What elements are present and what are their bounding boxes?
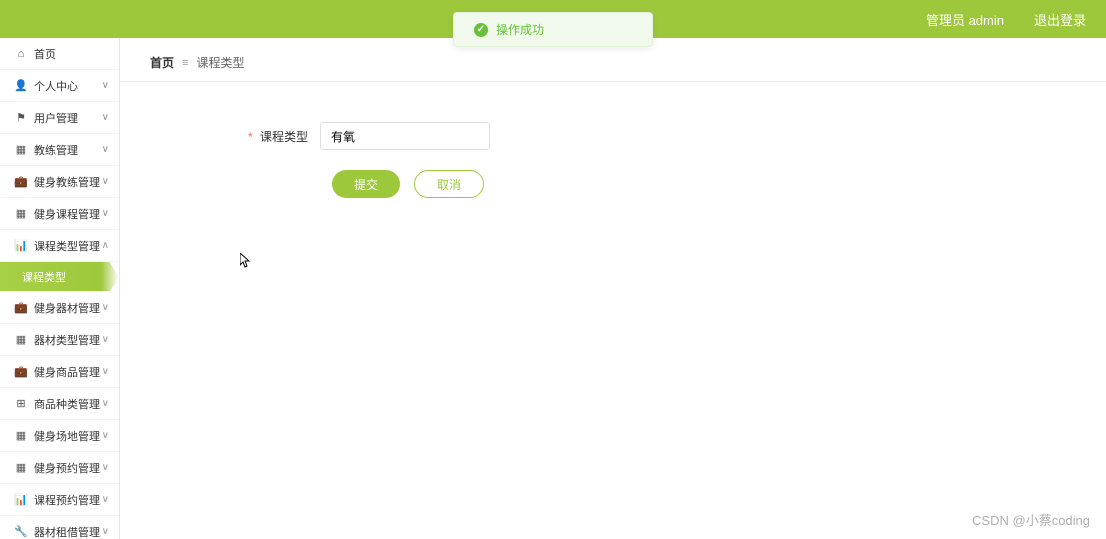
chevron-icon: ∨: [102, 398, 109, 409]
top-header: ✓ 操作成功 管理员 admin 退出登录: [0, 0, 1106, 38]
sidebar-item-15[interactable]: 🔧 器材租借管理∨: [0, 516, 119, 539]
sidebar-item-4[interactable]: 💼 健身教练管理∨: [0, 166, 119, 198]
sidebar-item-label: 健身商品管理: [34, 364, 102, 380]
chevron-icon: ∨: [102, 430, 109, 441]
grid-icon: ▦: [14, 461, 28, 474]
success-toast: ✓ 操作成功: [453, 12, 653, 47]
user-label[interactable]: 管理员 admin: [926, 10, 1004, 29]
grid-icon: ▦: [14, 333, 28, 346]
sidebar-item-3[interactable]: ▦ 教练管理∨: [0, 134, 119, 166]
sidebar-item-0[interactable]: ⌂ 首页: [0, 38, 119, 70]
sidebar-item-label: 课程预约管理: [34, 492, 102, 508]
form-actions: 提交 取消: [200, 170, 1026, 198]
sidebar-item-label: 首页: [34, 46, 109, 62]
form-row-course-type: * 课程类型: [200, 122, 1026, 150]
chevron-icon: ∨: [102, 526, 109, 537]
header-right: 管理员 admin 退出登录: [926, 10, 1086, 29]
sidebar-item-5[interactable]: ▦ 健身课程管理∨: [0, 198, 119, 230]
chevron-icon: ∨: [102, 176, 109, 187]
user-icon: 👤: [14, 79, 28, 92]
home-icon: ⌂: [14, 48, 28, 60]
chevron-icon: ∨: [102, 302, 109, 313]
sidebar-item-label: 课程类型管理: [34, 238, 102, 254]
chevron-icon: ∨: [102, 334, 109, 345]
submit-button[interactable]: 提交: [332, 170, 400, 198]
sidebar-item-label: 个人中心: [34, 78, 102, 94]
sidebar-item-2[interactable]: ⚑ 用户管理∨: [0, 102, 119, 134]
flag-icon: ⚑: [14, 111, 28, 124]
form-label-course-type: * 课程类型: [200, 128, 320, 145]
sidebar-item-9[interactable]: ▦ 器材类型管理∨: [0, 324, 119, 356]
sidebar-item-label: 健身课程管理: [34, 206, 102, 222]
grid-icon: ▦: [14, 207, 28, 220]
breadcrumb-sep-icon: ≡: [182, 57, 188, 69]
layout: ⌂首页👤个人中心∨⚑用户管理∨▦教练管理∨💼健身教练管理∨▦健身课程管理∨📊课程…: [0, 38, 1106, 539]
logout-link[interactable]: 退出登录: [1034, 10, 1086, 29]
bar-icon: 📊: [14, 239, 28, 252]
form-area: * 课程类型 提交 取消: [120, 82, 1106, 238]
sidebar-item-label: 器材租借管理: [34, 524, 102, 539]
chevron-icon: ∨: [102, 80, 109, 91]
tool-icon: 🔧: [14, 525, 28, 538]
chevron-icon: ∨: [102, 366, 109, 377]
breadcrumb-home[interactable]: 首页: [150, 54, 174, 71]
sidebar-item-label: 健身教练管理: [34, 174, 102, 190]
sidebar-item-label: 健身预约管理: [34, 460, 102, 476]
main-content: 首页 ≡ 课程类型 * 课程类型 提交 取消: [120, 38, 1106, 539]
sidebar-item-label: 商品种类管理: [34, 396, 102, 412]
case-icon: 💼: [14, 301, 28, 314]
cancel-button[interactable]: 取消: [414, 170, 484, 198]
sidebar-item-10[interactable]: 💼 健身商品管理∨: [0, 356, 119, 388]
sidebar-item-14[interactable]: 📊 课程预约管理∨: [0, 484, 119, 516]
sidebar-item-label: 器材类型管理: [34, 332, 102, 348]
grid-icon: ▦: [14, 143, 28, 156]
sidebar-item-label: 健身器材管理: [34, 300, 102, 316]
course-type-input[interactable]: [320, 122, 490, 150]
bar-icon: 📊: [14, 493, 28, 506]
label-text: 课程类型: [260, 130, 308, 144]
sidebar-item-label: 健身场地管理: [34, 428, 102, 444]
sidebar: ⌂首页👤个人中心∨⚑用户管理∨▦教练管理∨💼健身教练管理∨▦健身课程管理∨📊课程…: [0, 38, 120, 539]
required-asterisk: *: [248, 130, 253, 144]
grid4-icon: ⊞: [14, 397, 28, 410]
sidebar-item-1[interactable]: 👤 个人中心∨: [0, 70, 119, 102]
sidebar-item-label: 教练管理: [34, 142, 102, 158]
chevron-icon: ∨: [102, 112, 109, 123]
toast-message: 操作成功: [496, 21, 544, 38]
sidebar-item-12[interactable]: ▦ 健身场地管理∨: [0, 420, 119, 452]
grid-icon: ▦: [14, 429, 28, 442]
breadcrumb-current: 课程类型: [196, 54, 244, 71]
sidebar-item-label: 用户管理: [34, 110, 102, 126]
chevron-icon: ∨: [102, 144, 109, 155]
chevron-icon: ∨: [102, 494, 109, 505]
sidebar-item-8[interactable]: 💼 健身器材管理∨: [0, 292, 119, 324]
check-icon: ✓: [474, 23, 488, 37]
case-icon: 💼: [14, 365, 28, 378]
case-icon: 💼: [14, 175, 28, 188]
sidebar-item-6[interactable]: 📊 课程类型管理∧: [0, 230, 119, 262]
sidebar-sub-course-type[interactable]: 课程类型: [0, 262, 119, 292]
chevron-icon: ∧: [102, 240, 109, 251]
chevron-icon: ∨: [102, 462, 109, 473]
sidebar-item-11[interactable]: ⊞ 商品种类管理∨: [0, 388, 119, 420]
sidebar-item-13[interactable]: ▦ 健身预约管理∨: [0, 452, 119, 484]
chevron-icon: ∨: [102, 208, 109, 219]
